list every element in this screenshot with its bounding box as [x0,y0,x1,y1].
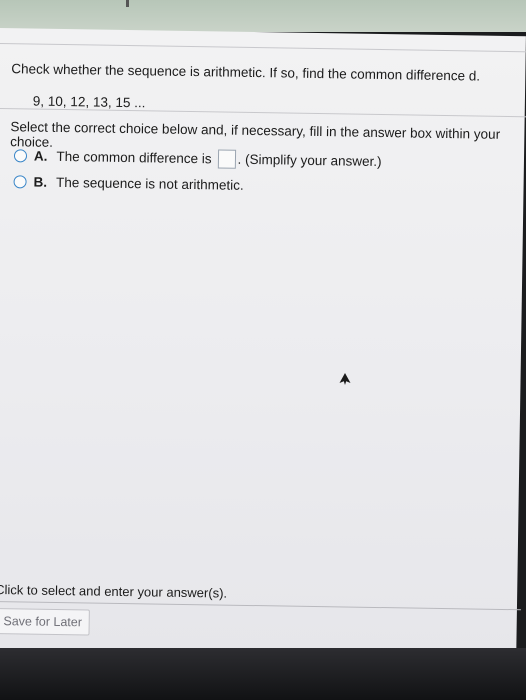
top-strip [0,0,526,32]
choice-b[interactable]: B. The sequence is not arithmetic. [13,174,244,193]
save-for-later-button[interactable]: Save for Later [0,608,90,636]
choice-a-text: The common difference is [56,148,212,167]
question-panel: Check whether the sequence is arithmetic… [0,28,526,669]
question-prompt: Check whether the sequence is arithmetic… [11,61,481,84]
sequence-text: 9, 10, 12, 13, 15 ... [32,93,146,111]
top-divider [0,42,526,53]
choice-b-letter: B. [33,174,48,190]
top-marker [126,0,129,7]
footer-message: Click to select and enter your answer(s)… [0,581,228,601]
mouse-cursor-icon [339,373,351,385]
choice-a-radio[interactable] [13,149,28,163]
choice-b-radio[interactable] [13,175,27,189]
screen-bottom-bezel [0,648,526,700]
choice-b-text: The sequence is not arithmetic. [55,174,244,193]
choice-a-hint: . (Simplify your answer.) [237,151,382,170]
choice-a-letter: A. [33,148,48,164]
question-divider [0,107,526,118]
answer-input-box[interactable] [217,149,236,169]
